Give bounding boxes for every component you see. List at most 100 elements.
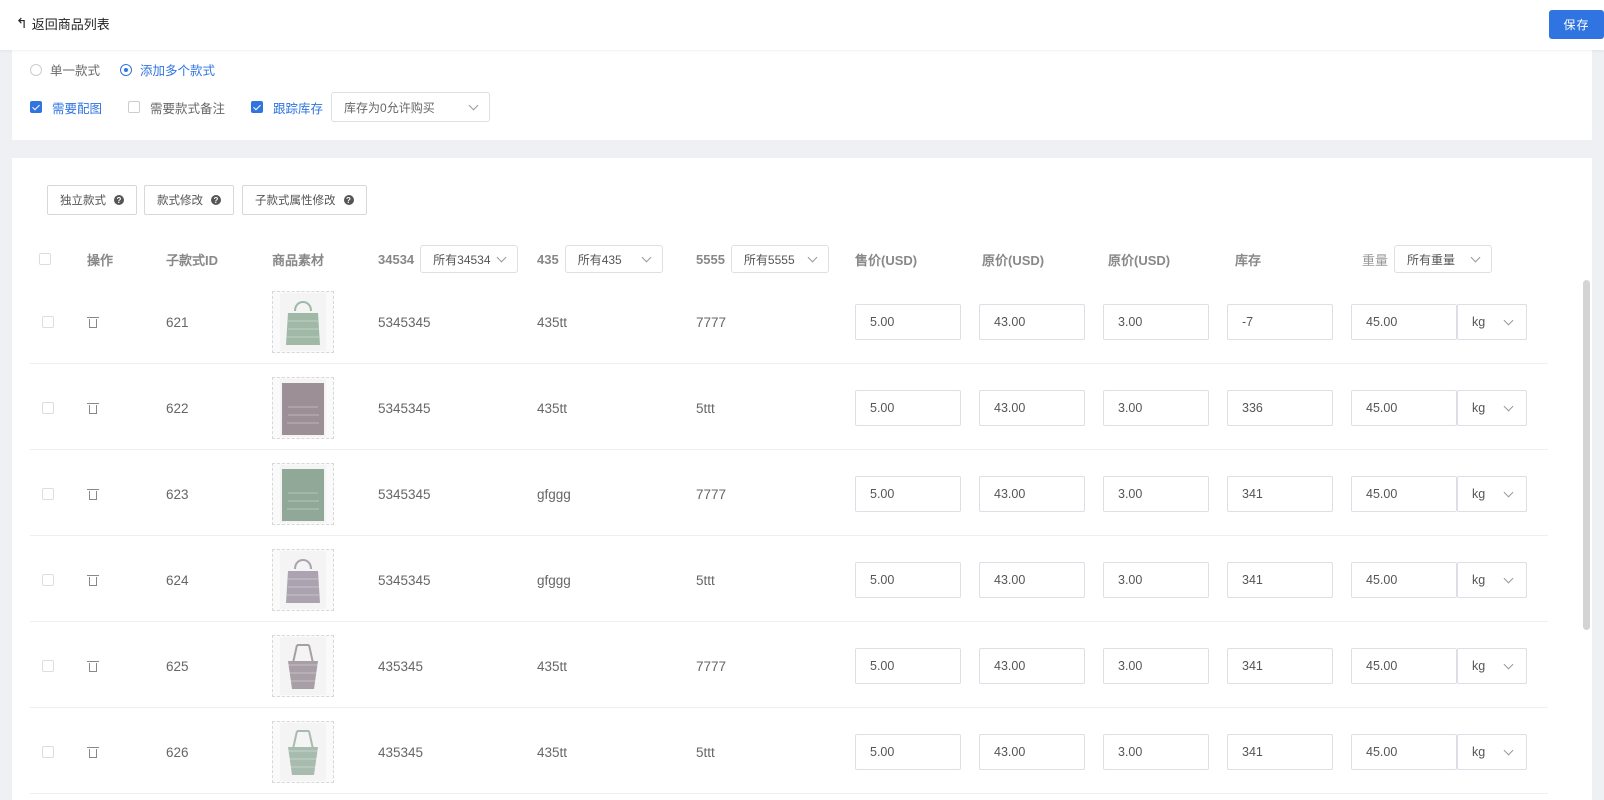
original-price-1-input[interactable]: 43.00 [979,390,1085,426]
style-edit-button[interactable]: 款式修改 ? [144,185,234,215]
chevron-down-icon [1503,659,1514,669]
weight-unit-select[interactable]: kg [1457,648,1527,684]
trash-icon[interactable] [87,746,99,759]
price-input[interactable]: 5.00 [855,562,961,598]
back-to-list-link[interactable]: ↰ 返回商品列表 [16,14,110,33]
product-thumbnail[interactable] [272,463,334,525]
weight-input[interactable]: 45.00 [1351,648,1457,684]
trash-icon[interactable] [87,316,99,329]
row-checkbox[interactable] [42,402,54,414]
original-price-1-input[interactable]: 43.00 [979,476,1085,512]
original-price-2-cell: 3.00 [1103,710,1209,794]
col-sub-id: 子款式ID [166,252,219,268]
need-note-checkbox[interactable]: 需要款式备注 [128,98,225,117]
weight-unit-select[interactable]: kg [1457,304,1527,340]
weight-unit-select[interactable]: kg [1457,476,1527,512]
original-price-1-input[interactable]: 43.00 [979,562,1085,598]
sub-style-edit-button[interactable]: 子款式属性修改 ? [242,185,367,215]
product-thumbnail[interactable] [272,721,334,783]
weight-input[interactable]: 45.00 [1351,562,1457,598]
trash-icon[interactable] [87,574,99,587]
weight-cell: 45.00 kg [1351,452,1527,536]
row-checkbox[interactable] [42,316,54,328]
original-price-2-input[interactable]: 3.00 [1103,562,1209,598]
original-price-2-input[interactable]: 3.00 [1103,648,1209,684]
row-checkbox[interactable] [42,574,54,586]
help-icon: ? [211,195,221,205]
chevron-down-icon [496,252,507,262]
attr-435-filter[interactable]: 所有435 [564,245,663,273]
original-price-1-cell: 43.00 [979,624,1085,708]
row-select-cell [42,366,54,450]
weight-filter[interactable]: 所有重量 [1394,245,1493,273]
product-thumbnail[interactable] [272,291,334,353]
weight-unit-select[interactable]: kg [1457,390,1527,426]
stock-input[interactable]: -7 [1227,304,1333,340]
material-cell [272,624,334,708]
stock-input[interactable]: 341 [1227,734,1333,770]
weight-label: 重量 [1362,252,1389,268]
stock-input[interactable]: 341 [1227,476,1333,512]
original-price-1-input[interactable]: 43.00 [979,304,1085,340]
chevron-down-icon [1503,745,1514,755]
price-cell: 5.00 [855,538,961,622]
attr-5555-cell: 7777 [696,314,727,330]
price-input[interactable]: 5.00 [855,476,961,512]
independent-style-button[interactable]: 独立款式 ? [47,185,137,215]
product-thumbnail[interactable] [272,635,334,697]
trash-icon[interactable] [87,660,99,673]
trash-icon[interactable] [87,402,99,415]
row-checkbox[interactable] [42,746,54,758]
stock-cell: 336 [1227,366,1333,450]
stock-policy-select[interactable]: 库存为0允许购买 [331,92,491,122]
weight-cell: 45.00 kg [1351,538,1527,622]
original-price-2-input[interactable]: 3.00 [1103,476,1209,512]
weight-unit-value: kg [1472,745,1486,759]
product-thumbnail[interactable] [272,377,334,439]
weight-unit-select[interactable]: kg [1457,734,1527,770]
original-price-2-input[interactable]: 3.00 [1103,390,1209,426]
stock-input[interactable]: 341 [1227,562,1333,598]
row-checkbox[interactable] [42,488,54,500]
row-action-cell [87,452,99,536]
weight-unit-value: kg [1472,487,1486,501]
stock-input[interactable]: 341 [1227,648,1333,684]
weight-unit-value: kg [1472,659,1486,673]
col-action: 操作 [87,252,114,268]
select-all-checkbox[interactable] [39,253,51,265]
weight-unit-select[interactable]: kg [1457,562,1527,598]
price-input[interactable]: 5.00 [855,648,961,684]
attr-34534-filter[interactable]: 所有34534 [420,245,519,273]
weight-filter-value: 所有重量 [1407,252,1456,267]
row-action-cell [87,538,99,622]
weight-input[interactable]: 45.00 [1351,390,1457,426]
original-price-2-input[interactable]: 3.00 [1103,304,1209,340]
sub-style-edit-label: 子款式属性修改 [255,195,336,207]
weight-input[interactable]: 45.00 [1351,734,1457,770]
stock-input[interactable]: 336 [1227,390,1333,426]
weight-input[interactable]: 45.00 [1351,476,1457,512]
stock-cell: 341 [1227,624,1333,708]
row-checkbox[interactable] [42,660,54,672]
price-input[interactable]: 5.00 [855,390,961,426]
bag-image [280,551,326,609]
price-cell: 5.00 [855,710,961,794]
price-input[interactable]: 5.00 [855,734,961,770]
original-price-1-cell: 43.00 [979,710,1085,794]
table-scrollbar[interactable] [1583,280,1590,630]
save-button[interactable]: 保存 [1549,10,1604,39]
weight-input[interactable]: 45.00 [1351,304,1457,340]
trash-icon[interactable] [87,488,99,501]
original-price-1-input[interactable]: 43.00 [979,734,1085,770]
price-input[interactable]: 5.00 [855,304,961,340]
radio-single-style[interactable]: 单一款式 [30,60,100,79]
attr-34534-cell: 5345345 [378,486,431,502]
original-price-1-input[interactable]: 43.00 [979,648,1085,684]
original-price-2-input[interactable]: 3.00 [1103,734,1209,770]
need-image-checkbox[interactable]: 需要配图 [30,98,102,117]
track-stock-checkbox[interactable]: 跟踪库存 [251,98,323,117]
attr-435-cell: 435tt [537,314,568,330]
attr-5555-filter[interactable]: 所有5555 [730,245,829,273]
product-thumbnail[interactable] [272,549,334,611]
radio-multiple-styles[interactable]: 添加多个款式 [120,60,215,79]
